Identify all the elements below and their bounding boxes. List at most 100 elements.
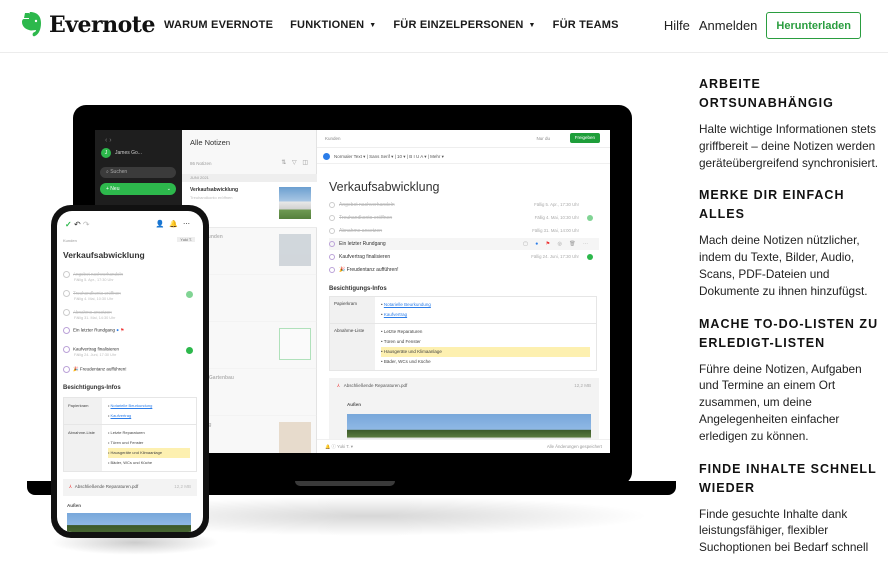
row-cell: • Letzte Reparaturen • Türen und Fenster… bbox=[102, 425, 196, 471]
editor-topbar: Kunden Nur du Freigeben bbox=[317, 130, 610, 148]
bell-icon: ● bbox=[116, 327, 120, 333]
attachment-size: 12,2 MB bbox=[174, 484, 191, 489]
share-button: Freigeben bbox=[569, 133, 600, 143]
chevron-down-icon: ▼ bbox=[369, 21, 377, 29]
checkbox bbox=[329, 201, 335, 208]
brand-name: Evernote bbox=[49, 11, 155, 38]
sharing-status: Nur du bbox=[536, 136, 550, 141]
feature-item: ARBEITE ORTSUNABHÄNGIG Halte wichtige In… bbox=[699, 75, 884, 171]
dog-thumbnail bbox=[279, 422, 311, 453]
notebook-crumb: Kunden bbox=[63, 238, 77, 243]
task-text: 🎉 Freudentanz aufführen! bbox=[73, 366, 127, 372]
section-heading: Besichtigungs-Infos bbox=[329, 286, 387, 292]
check-icon: ✓ bbox=[65, 220, 72, 229]
task-text: 🎉 Freudentanz aufführen! bbox=[339, 267, 399, 273]
task-due: Fällig 4. Mai, 10:30 Uhr bbox=[534, 215, 579, 220]
list-item: Letzte Reparaturen bbox=[110, 430, 145, 435]
task-item: Kaufvertrag finalisieren Fällig 24. Juni,… bbox=[63, 346, 197, 357]
task-item: Treuhandkonto eröffnen Fällig 4. Mai, 10:… bbox=[329, 212, 599, 224]
feature-title: ARBEITE ORTSUNABHÄNGIG bbox=[699, 77, 834, 110]
doc-link: Notarielle Beurkundung bbox=[110, 403, 153, 408]
evernote-logo[interactable]: Evernote bbox=[20, 11, 155, 38]
account-menu: J James Go... bbox=[101, 148, 142, 158]
section-heading: Besichtigungs-Infos bbox=[63, 385, 121, 391]
feature-item: FINDE INHALTE SCHNELL WIEDER Finde gesuc… bbox=[699, 460, 884, 556]
note-editor: Kunden Nur du Freigeben Normaler Text ▾ … bbox=[317, 130, 610, 453]
nav-label: FÜR EINZELPERSONEN bbox=[393, 19, 524, 31]
house-photo bbox=[67, 513, 191, 532]
chevron-down-icon: ⌄ bbox=[166, 186, 171, 192]
row-cell: • Notarielle Beurkundung • Kaufvertrag bbox=[381, 302, 431, 317]
task-text: Ein letzter Rundgang bbox=[73, 327, 116, 333]
nav-einzelpersonen[interactable]: FÜR EINZELPERSONEN ▼ bbox=[393, 19, 535, 31]
checkbox bbox=[329, 227, 335, 234]
feature-title: MACHE TO-DO-LISTEN ZU ERLEDIGT-LISTEN bbox=[699, 316, 879, 350]
row-label: Abnahme-Liste bbox=[330, 324, 375, 370]
task-text: Angebot nachverhandeln bbox=[339, 202, 395, 208]
note-count: 86 Notizen bbox=[190, 161, 212, 166]
checkbox bbox=[329, 240, 335, 247]
checkbox bbox=[63, 309, 70, 316]
feature-title: FINDE INHALTE SCHNELL WIEDER bbox=[699, 461, 877, 495]
task-text: Kaufvertrag finalisieren bbox=[73, 346, 120, 352]
task-due: Fällig 24. Juni, 17:30 Uhr bbox=[74, 353, 117, 357]
table-row: Abnahme-Liste • Letzte Reparaturen • Tür… bbox=[330, 324, 596, 370]
task-item: Angebot nachverhandeln Fällig 5. Apr., 17… bbox=[63, 271, 197, 282]
list-item-highlighted: Hausgeräte und Klimaanlage bbox=[110, 450, 163, 455]
add-icon bbox=[323, 153, 330, 161]
attachment-bar: ⅄ Abschließende Reparaturen.pdf 12,2 MB bbox=[63, 479, 197, 496]
task-item: Abnahme ansetzen Fällig 31. Mai, 14:00 Uh… bbox=[329, 225, 599, 237]
house-thumbnail bbox=[279, 187, 311, 219]
new-note-button: + Neu ⌄ bbox=[100, 183, 176, 195]
table-row: Abnahme-Liste • Letzte Reparaturen • Tür… bbox=[64, 425, 196, 471]
doc-link: Notarielle Beurkundung bbox=[383, 302, 431, 307]
nav-funktionen[interactable]: FUNKTIONEN ▼ bbox=[290, 19, 376, 31]
attachment-name: Abschließende Reparaturen.pdf bbox=[343, 383, 408, 388]
checkbox bbox=[329, 266, 335, 273]
notebook-crumb: Kunden bbox=[325, 136, 341, 141]
phone-toolbar: ✓ ↶ ↷ 👤🔔⋯ bbox=[65, 220, 195, 229]
bell-icon: ● bbox=[535, 241, 542, 247]
checkbox bbox=[63, 327, 70, 334]
checkbox bbox=[329, 253, 335, 260]
task-item: 🎉 Freudentanz aufführen! bbox=[329, 264, 599, 276]
feature-text: Finde gesuchte Inhalte dank leistungsfäh… bbox=[699, 506, 869, 555]
task-text: Treuhandkonto eröffnen bbox=[339, 215, 393, 221]
checkbox bbox=[63, 271, 70, 278]
chevron-down-icon: ▼ bbox=[528, 21, 536, 29]
attachment-size: 12,2 MB bbox=[574, 383, 591, 388]
task-text: Abnahme ansetzen bbox=[339, 228, 383, 234]
row-label: Papierkram bbox=[64, 398, 102, 424]
row-label: Papierkram bbox=[330, 297, 375, 323]
task-text: Kaufvertrag finalisieren bbox=[339, 254, 391, 260]
assignee-icon bbox=[186, 347, 193, 354]
format-toolbar: Normaler Text ▾ | Sans Serif ▾ | 10 ▾ | … bbox=[317, 150, 610, 164]
new-label: + Neu bbox=[106, 186, 120, 192]
attachment-name: Abschließende Reparaturen.pdf bbox=[74, 484, 139, 489]
assignee-icon bbox=[587, 254, 593, 260]
row-label: Abnahme-Liste bbox=[64, 425, 102, 471]
feature-text: Mach deine Notizen nützlicher, indem du … bbox=[699, 233, 868, 298]
checkbox bbox=[63, 366, 70, 373]
task-due: Fällig 5. Apr., 17:30 Uhr bbox=[74, 278, 114, 282]
help-link[interactable]: Hilfe bbox=[664, 18, 690, 33]
sort-filter-icons: ⇅ ▽ ◫ bbox=[281, 160, 310, 166]
login-link[interactable]: Anmelden bbox=[699, 18, 758, 33]
elephant-logo-icon bbox=[22, 12, 41, 37]
feature-item: MACHE TO-DO-LISTEN ZU ERLEDIGT-LISTEN Fü… bbox=[699, 315, 884, 445]
feature-list: ARBEITE ORTSUNABHÄNGIG Halte wichtige In… bbox=[699, 75, 884, 571]
download-button[interactable]: Herunterladen bbox=[766, 12, 861, 39]
site-header: Evernote WARUM EVERNOTE FUNKTIONEN ▼ FÜR … bbox=[0, 0, 888, 53]
feature-text: Führe deine Notizen, Aufgaben und Termin… bbox=[699, 361, 862, 443]
redo-icon: ↷ bbox=[82, 220, 90, 229]
task-due: Fällig 4. Mai, 10:30 Uhr bbox=[74, 297, 114, 301]
nav-warum-evernote[interactable]: WARUM EVERNOTE bbox=[164, 19, 273, 31]
editor-footer: 🔔 ⓘ Yuki T. ▾ Alle Änderungen gespeicher… bbox=[317, 439, 610, 453]
task-item: Treuhandkonto eröffnen Fällig 4. Mai, 10:… bbox=[63, 290, 197, 301]
feature-item: MERKE DIR EINFACH ALLES Mach deine Notiz… bbox=[699, 186, 884, 299]
nav-arrows-icon: ‹ › bbox=[105, 137, 112, 144]
task-item: Angebot nachverhandeln Fällig 5. Apr., 17… bbox=[329, 199, 599, 211]
user-tag: Yuki T. bbox=[177, 237, 195, 242]
nav-teams[interactable]: FÜR TEAMS bbox=[553, 19, 619, 31]
attachment-subheading: Außen bbox=[67, 503, 81, 508]
